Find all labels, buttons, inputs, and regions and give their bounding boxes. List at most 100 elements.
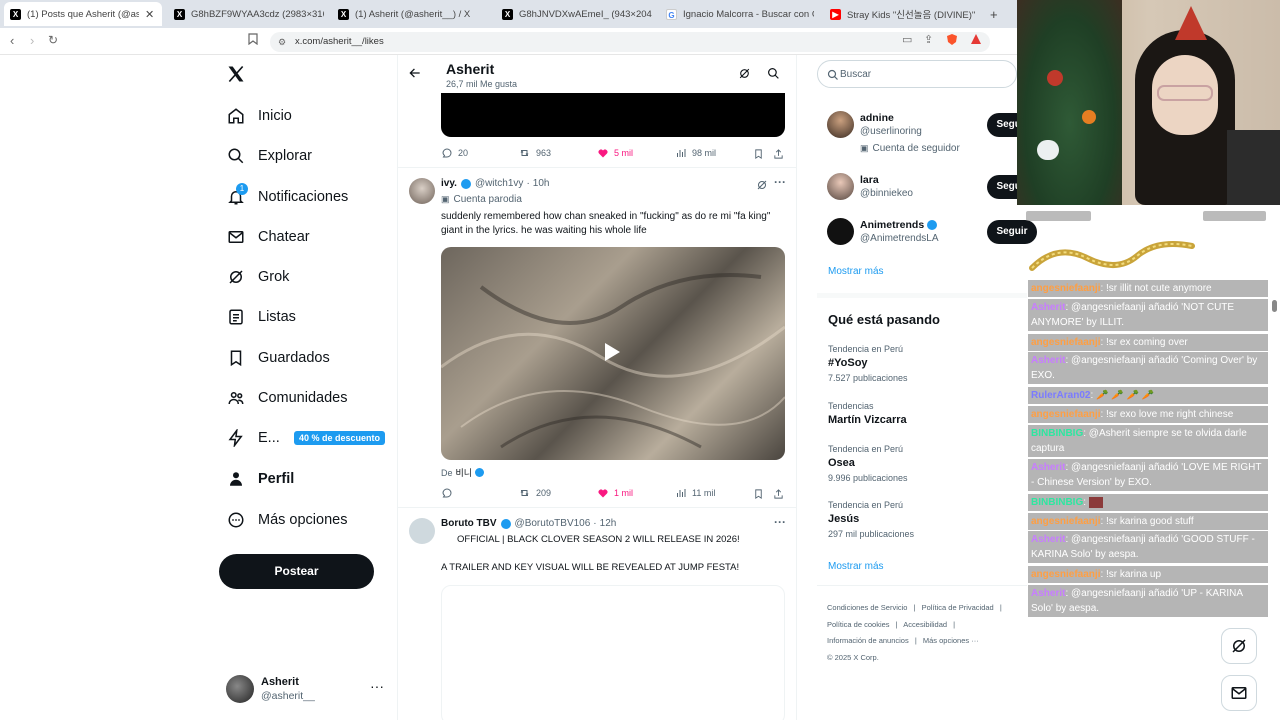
reply-button[interactable]: 20 bbox=[441, 147, 468, 159]
tab-title: Stray Kids "신선놀음 (DIVINE)" M bbox=[847, 10, 978, 21]
footer-link[interactable]: Condiciones de Servicio bbox=[827, 603, 907, 612]
author-handle[interactable]: @BorutoTBV106 bbox=[515, 518, 591, 529]
messages-floating-button[interactable] bbox=[1221, 675, 1257, 711]
chat-message: RulerAran02: 🥕 🥕 🥕 🥕 bbox=[1028, 387, 1268, 404]
chat-username: Asherit bbox=[1031, 462, 1066, 473]
views-button[interactable]: 11 mil bbox=[675, 487, 715, 499]
post-media-placeholder[interactable] bbox=[441, 585, 785, 720]
x-icon: X bbox=[10, 8, 21, 20]
share-icon[interactable] bbox=[773, 147, 784, 165]
grok-icon[interactable] bbox=[738, 67, 751, 85]
views-button[interactable]: 98 mil bbox=[675, 147, 716, 159]
video-source-name[interactable]: 비니 bbox=[456, 466, 473, 479]
post-header: ivy. @witch1vy · 10h bbox=[441, 178, 549, 189]
back-icon[interactable]: ‹ bbox=[10, 33, 14, 48]
follow-name: Animetrends bbox=[860, 219, 925, 231]
site-settings-icon[interactable]: ⚙ bbox=[278, 32, 286, 52]
new-tab-button[interactable]: + bbox=[990, 2, 1004, 26]
search-icon[interactable] bbox=[767, 67, 780, 85]
grok-floating-button[interactable] bbox=[1221, 628, 1257, 664]
sidebar-item-grok[interactable]: Grok bbox=[226, 262, 289, 292]
sidebar-item-chatear[interactable]: Chatear bbox=[226, 222, 310, 252]
chat-message: angesniefaanji: !sr karina up bbox=[1028, 566, 1268, 583]
tab-1[interactable]: X G8hBZF9WYAA3cdz (2983×3160) bbox=[174, 2, 324, 26]
author-name[interactable]: Boruto TBV bbox=[441, 518, 497, 529]
show-more-link[interactable]: Mostrar más bbox=[828, 561, 884, 572]
post-button[interactable]: Postear bbox=[219, 554, 374, 589]
post-video[interactable] bbox=[441, 247, 785, 460]
account-switcher[interactable]: Asherit @asherit__ ··· bbox=[226, 674, 386, 706]
search-box[interactable]: Buscar bbox=[817, 60, 1017, 88]
footer-link[interactable]: Más opciones ··· bbox=[923, 636, 979, 645]
brave-shield-icon[interactable] bbox=[946, 33, 958, 49]
like-button[interactable]: 1 mil bbox=[597, 487, 633, 499]
search-placeholder: Buscar bbox=[840, 69, 872, 80]
reload-icon[interactable]: ↻ bbox=[48, 33, 58, 47]
trend-item[interactable]: Tendencia en Perú #YoSoy 7.527 publicaci… bbox=[828, 344, 1018, 388]
author-handle[interactable]: @witch1vy bbox=[475, 178, 524, 189]
post-header: Boruto TBV @BorutoTBV106 · 12h bbox=[441, 518, 616, 529]
close-tab-icon[interactable]: ✕ bbox=[145, 8, 154, 21]
sidebar-item-guardados[interactable]: Guardados bbox=[226, 343, 330, 373]
tab-4[interactable]: G Ignacio Malcorra - Buscar con Googl bbox=[666, 2, 814, 26]
sidebar-item-mas-opciones[interactable]: Más opciones bbox=[226, 505, 347, 535]
grok-icon[interactable] bbox=[756, 178, 768, 196]
x-logo-icon[interactable] bbox=[226, 64, 248, 86]
author-name[interactable]: ivy. bbox=[441, 178, 457, 189]
footer-link[interactable]: Información de anuncios bbox=[827, 636, 909, 645]
sidebar-item-inicio[interactable]: Inicio bbox=[226, 101, 292, 131]
chat-username: BINBINBIG bbox=[1031, 497, 1084, 508]
show-more-link[interactable]: Mostrar más bbox=[828, 266, 884, 277]
trend-item[interactable]: Tendencias Martín Vizcarra bbox=[828, 401, 1018, 431]
repost-count: 963 bbox=[536, 148, 552, 158]
address-bar[interactable]: ⚙ x.com/asherit__/likes bbox=[270, 32, 990, 52]
repost-button[interactable]: 963 bbox=[518, 147, 551, 159]
post-media-image[interactable] bbox=[441, 93, 785, 137]
rewards-icon[interactable] bbox=[970, 33, 982, 48]
tab-3[interactable]: X G8hJNVDXwAEmeI_ (943×2048) bbox=[502, 2, 652, 26]
divider bbox=[398, 167, 796, 168]
page-scrollbar[interactable] bbox=[1272, 300, 1277, 312]
cast-icon[interactable]: ▭ bbox=[902, 33, 912, 46]
tab-5[interactable]: ▶ Stray Kids "신선놀음 (DIVINE)" M bbox=[830, 2, 978, 26]
footer-link[interactable]: Accesibilidad bbox=[903, 620, 947, 629]
play-icon[interactable] bbox=[605, 343, 620, 361]
chat-username: angesniefaanji bbox=[1031, 283, 1101, 294]
chat-message: Asherit: @angesniefaanji añadió 'NOT CUT… bbox=[1028, 299, 1268, 331]
more-icon[interactable]: ··· bbox=[370, 678, 384, 694]
chat-message: angesniefaanji: !sr ex coming over bbox=[1028, 334, 1268, 351]
trend-item[interactable]: Tendencia en Perú Jesús 297 mil publicac… bbox=[828, 500, 1018, 544]
avatar[interactable] bbox=[409, 518, 435, 544]
tab-2[interactable]: X (1) Asherit (@asherit__) / X bbox=[338, 2, 488, 26]
promo-badge: 40 % de descuento bbox=[294, 431, 386, 445]
avatar[interactable] bbox=[409, 178, 435, 204]
repost-button[interactable]: 209 bbox=[518, 487, 551, 499]
more-icon[interactable]: ··· bbox=[774, 515, 786, 529]
sidebar-item-perfil[interactable]: Perfil bbox=[226, 464, 294, 494]
sidebar-item-label: Guardados bbox=[258, 350, 330, 366]
repost-count: 209 bbox=[536, 488, 552, 498]
back-button[interactable] bbox=[408, 66, 422, 85]
post-time[interactable]: 12h bbox=[600, 518, 617, 529]
share-icon[interactable]: ⇪ bbox=[924, 33, 933, 46]
bookmark-icon[interactable] bbox=[753, 147, 764, 165]
communities-icon bbox=[226, 388, 246, 408]
footer-link[interactable]: Política de cookies bbox=[827, 620, 890, 629]
sidebar-item-listas[interactable]: Listas bbox=[226, 302, 296, 332]
share-icon[interactable] bbox=[773, 487, 784, 505]
sidebar-item-explorar[interactable]: Explorar bbox=[226, 141, 312, 171]
forward-icon[interactable]: › bbox=[30, 33, 34, 48]
follow-name: adnine bbox=[860, 112, 894, 124]
post-time[interactable]: 10h bbox=[533, 178, 550, 189]
like-button[interactable]: 5 mil bbox=[597, 147, 633, 159]
reply-button[interactable] bbox=[441, 487, 458, 499]
trend-item[interactable]: Tendencia en Perú Osea 9.996 publicacion… bbox=[828, 444, 1018, 488]
sidebar-item-notificaciones[interactable]: 1 Notificaciones bbox=[226, 182, 348, 212]
bookmark-page-icon[interactable] bbox=[248, 33, 258, 48]
tab-0[interactable]: X (1) Posts que Asherit (@asherit_ ✕ bbox=[4, 2, 162, 26]
bookmark-icon[interactable] bbox=[753, 487, 764, 505]
more-icon[interactable]: ··· bbox=[774, 175, 786, 189]
footer-link[interactable]: Política de Privacidad bbox=[922, 603, 994, 612]
sidebar-item-comunidades[interactable]: Comunidades bbox=[226, 383, 347, 413]
sidebar-item-premium[interactable]: E... 40 % de descuento bbox=[226, 423, 386, 453]
